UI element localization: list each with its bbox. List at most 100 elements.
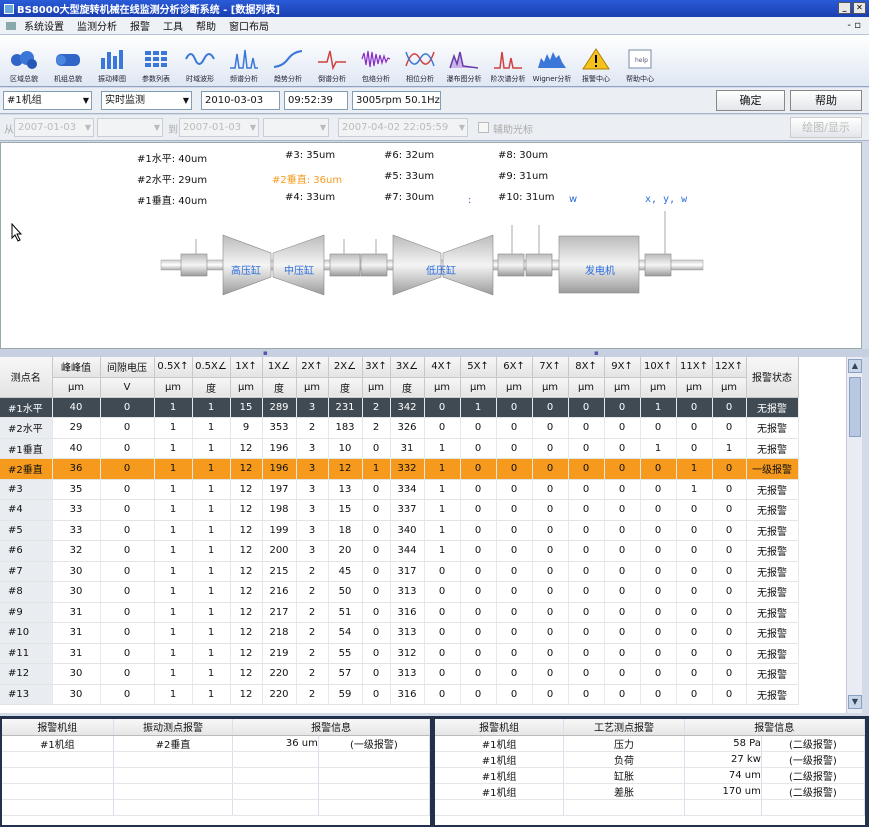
table-row[interactable]: #1水平 40 0 1 1 15 289 3 231 2 342 0 1 0 0 0 0 1 0 0 无报警	[0, 397, 799, 418]
alarm-row[interactable]	[2, 799, 430, 816]
menu-alarm[interactable]: 报警	[130, 18, 150, 33]
table-row[interactable]: #2水平 29 0 1 1 9 353 2 183 2 326 0 0 0 0 0 0 0 0 0 无报警	[0, 417, 799, 439]
grid-col-header[interactable]: μm	[604, 377, 641, 398]
grid-col-header[interactable]: 1X∠	[262, 357, 297, 378]
toolbar-button-phase[interactable]: 相位分析	[398, 35, 442, 87]
toolbar-button-waveform[interactable]: 时域波形	[178, 35, 222, 87]
grid-col-header[interactable]: 度	[192, 377, 231, 398]
table-row[interactable]: #6 32 0 1 1 12 200 3 20 0 344 1 0 0 0 0 0 0 0 0 无报警	[0, 540, 799, 562]
toolbar-button-bar-graph[interactable]: 振动棒图	[90, 35, 134, 87]
grid-col-header[interactable]: 测点名	[0, 357, 53, 398]
mdi-controls[interactable]: - ▫	[847, 20, 861, 31]
toolbar-button-help[interactable]: help 帮助中心	[618, 35, 662, 87]
grid-col-header[interactable]: 6X↑	[496, 357, 533, 378]
grid-col-header[interactable]: 度	[390, 377, 425, 398]
grid-col-header[interactable]: 报警状态	[746, 357, 799, 398]
scroll-up-icon[interactable]: ▲	[848, 359, 862, 373]
grid-col-header[interactable]: μm	[712, 377, 747, 398]
from-date-select[interactable]: 2007-01-03	[14, 118, 94, 137]
table-row[interactable]: #1垂直 40 0 1 1 12 196 3 10 0 31 1 0 0 0 0 0 1 0 1 无报警	[0, 438, 799, 459]
toolbar-button-envelope[interactable]: 包络分析	[354, 35, 398, 87]
grid-col-header[interactable]: μm	[460, 377, 497, 398]
grid-col-header[interactable]: μm	[676, 377, 713, 398]
grid-col-header[interactable]: μm	[496, 377, 533, 398]
draw-button[interactable]: 绘图/显示	[790, 117, 862, 138]
minimize-button[interactable]: _	[838, 2, 851, 14]
alarm-row[interactable]	[2, 751, 430, 768]
toolbar-button-spectrum[interactable]: 频谱分析	[222, 35, 266, 87]
from-time-select[interactable]	[97, 118, 163, 137]
grid-col-header[interactable]: 11X↑	[676, 357, 713, 378]
table-row[interactable]: #10 31 0 1 1 12 218 2 54 0 313 0 0 0 0 0 0 0 0 0 无报警	[0, 622, 799, 644]
grid-col-header[interactable]: 10X↑	[640, 357, 677, 378]
grid-col-header[interactable]: 0.5X↑	[154, 357, 193, 378]
unit-select[interactable]: #1机组	[3, 91, 92, 110]
scroll-down-icon[interactable]: ▼	[848, 695, 862, 709]
toolbar-button-unit-overview[interactable]: 机组总貌	[46, 35, 90, 87]
grid-col-header[interactable]: 间隙电压	[100, 357, 155, 378]
alarm-row[interactable]: #1机组 负荷 27 kw (一级报警)	[435, 751, 865, 768]
grid-col-header[interactable]: 5X↑	[460, 357, 497, 378]
table-row[interactable]: #9 31 0 1 1 12 217 2 51 0 316 0 0 0 0 0 0 0 0 0 无报警	[0, 602, 799, 623]
grid-col-header[interactable]: 1X↑	[230, 357, 263, 378]
grid-col-header[interactable]: 8X↑	[568, 357, 605, 378]
time-field[interactable]: 09:52:39	[284, 91, 348, 110]
grid-scrollbar[interactable]: ▲ ▼	[846, 357, 862, 713]
grid-col-header[interactable]: μm	[52, 377, 101, 398]
toolbar-button-cepstrum[interactable]: 倒谱分析	[310, 35, 354, 87]
alarm-row[interactable]	[435, 799, 865, 816]
alarm-row[interactable]: #1机组 压力 58 Pa (二级报警)	[435, 735, 865, 752]
menu-help[interactable]: 帮助	[196, 18, 216, 33]
menu-monitor-analysis[interactable]: 监测分析	[77, 18, 117, 33]
grid-col-header[interactable]: μm	[568, 377, 605, 398]
date-field[interactable]: 2010-03-03	[201, 91, 280, 110]
toolbar-button-trend[interactable]: 趋势分析	[266, 35, 310, 87]
grid-col-header[interactable]: 3X↑	[362, 357, 391, 378]
table-row[interactable]: #11 31 0 1 1 12 219 2 55 0 312 0 0 0 0 0 0 0 0 0 无报警	[0, 643, 799, 664]
table-row[interactable]: #2垂直 36 0 1 1 12 196 3 12 1 332 1 0 0 0 0 0 0 1 0 一级报警	[0, 458, 799, 480]
grid-col-header[interactable]: 度	[262, 377, 297, 398]
toolbar-button-area-overview[interactable]: 区域总貌	[2, 35, 46, 87]
grid-col-header[interactable]: 7X↑	[532, 357, 569, 378]
toolbar-button-warning[interactable]: 报警中心	[574, 35, 618, 87]
toolbar-button-wigner[interactable]: Wigner分析	[530, 35, 574, 87]
alarm-row[interactable]: #1机组 缸胀 74 um (二级报警)	[435, 767, 865, 784]
grid-col-header[interactable]: 峰峰值	[52, 357, 101, 378]
grid-col-header[interactable]: 3X∠	[390, 357, 425, 378]
table-row[interactable]: #8 30 0 1 1 12 216 2 50 0 313 0 0 0 0 0 0 0 0 0 无报警	[0, 581, 799, 603]
menu-system-settings[interactable]: 系统设置	[24, 18, 64, 33]
range-select[interactable]: 2007-04-02 22:05:59	[338, 118, 468, 137]
alarm-row[interactable]: #1机组 差胀 170 um (二级报警)	[435, 783, 865, 800]
confirm-button[interactable]: 确定	[716, 90, 785, 111]
aux-cursor-checkbox[interactable]	[478, 122, 489, 133]
grid-col-header[interactable]: 9X↑	[604, 357, 641, 378]
grid-col-header[interactable]: 4X↑	[424, 357, 461, 378]
table-row[interactable]: #13 30 0 1 1 12 220 2 59 0 316 0 0 0 0 0 0 0 0 0 无报警	[0, 684, 799, 705]
grid-col-header[interactable]: μm	[362, 377, 391, 398]
close-button[interactable]: ✕	[853, 2, 866, 14]
table-row[interactable]: #4 33 0 1 1 12 198 3 15 0 337 1 0 0 0 0 0 0 0 0 无报警	[0, 499, 799, 521]
menu-window-layout[interactable]: 窗口布局	[229, 18, 269, 33]
grid-col-header[interactable]: μm	[296, 377, 329, 398]
table-row[interactable]: #5 33 0 1 1 12 199 3 18 0 340 1 0 0 0 0 0 0 0 0 无报警	[0, 520, 799, 541]
grid-col-header[interactable]: μm	[154, 377, 193, 398]
splitter[interactable]: ▪ ▪	[0, 349, 869, 357]
toolbar-button-list[interactable]: 参数列表	[134, 35, 178, 87]
grid-col-header[interactable]: 12X↑	[712, 357, 747, 378]
alarm-row[interactable]	[2, 783, 430, 800]
table-row[interactable]: #7 30 0 1 1 12 215 2 45 0 317 0 0 0 0 0 0 0 0 0 无报警	[0, 561, 799, 582]
grid-col-header[interactable]: 度	[328, 377, 363, 398]
grid-col-header[interactable]: V	[100, 377, 155, 398]
grid-col-header[interactable]: μm	[640, 377, 677, 398]
table-row[interactable]: #3 35 0 1 1 12 197 3 13 0 334 1 0 0 0 0 0 0 1 0 无报警	[0, 479, 799, 500]
grid-col-header[interactable]: 2X∠	[328, 357, 363, 378]
grid-col-header[interactable]: μm	[424, 377, 461, 398]
mode-select[interactable]: 实时监测	[101, 91, 192, 110]
to-date-select[interactable]: 2007-01-03	[179, 118, 259, 137]
menu-tools[interactable]: 工具	[163, 18, 183, 33]
alarm-row[interactable]	[2, 767, 430, 784]
grid-col-header[interactable]: μm	[532, 377, 569, 398]
table-row[interactable]: #12 30 0 1 1 12 220 2 57 0 313 0 0 0 0 0 0 0 0 0 无报警	[0, 663, 799, 685]
grid-col-header[interactable]: 2X↑	[296, 357, 329, 378]
alarm-row[interactable]: #1机组 #2垂直 36 um (一级报警)	[2, 735, 430, 752]
